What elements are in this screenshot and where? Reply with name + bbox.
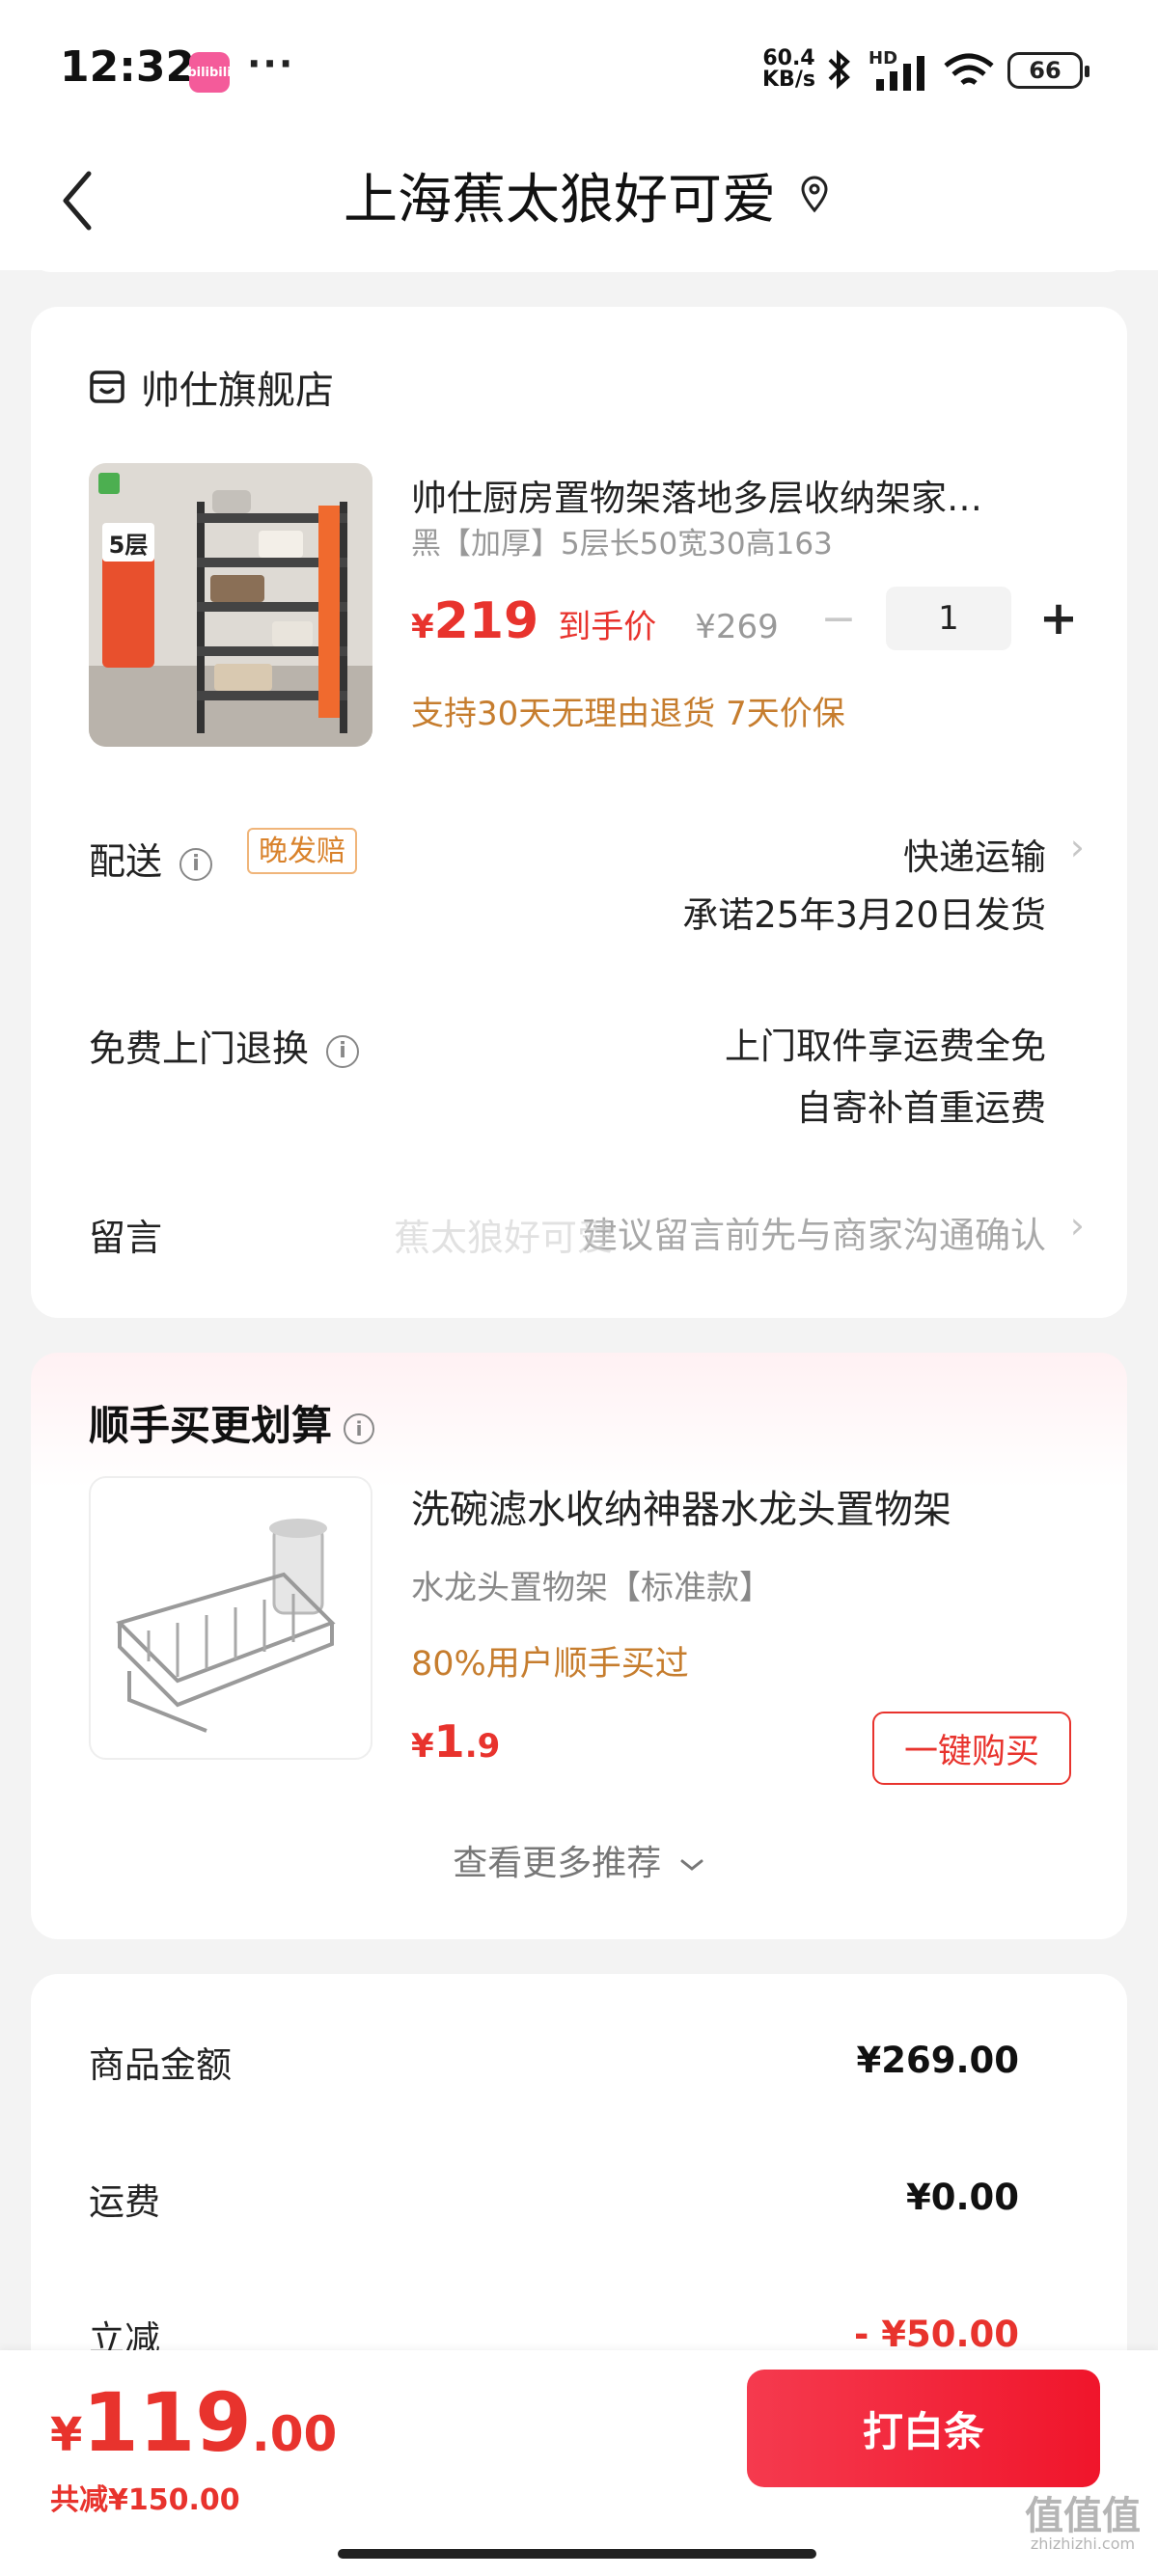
site-watermark: 值值值 zhizhizhi.com: [1025, 2497, 1141, 2553]
shipping-value: ¥0.00: [905, 2177, 1019, 2218]
free-return-label: 免费上门退换: [89, 1028, 310, 1070]
quantity-plus-button[interactable]: +: [1034, 591, 1083, 645]
bluetooth-icon: [828, 49, 850, 90]
home-indicator[interactable]: [338, 2549, 816, 2559]
location-pin-icon[interactable]: [799, 176, 830, 214]
quantity-minus-button[interactable]: −: [814, 594, 863, 644]
shop-name: 帅仕旗舰店: [141, 369, 334, 413]
goods-amount-value: ¥269.00: [856, 2040, 1019, 2081]
free-return-row-label: 免费上门退换 i: [89, 1019, 360, 1072]
total-dec: .00: [251, 2406, 338, 2462]
recommend-item-buyers: 80%用户顺手买过: [411, 1645, 689, 1684]
battery-icon: 66: [1007, 52, 1089, 89]
previous-card-edge: [31, 253, 1127, 272]
recommend-item-name[interactable]: 洗碗滤水收纳神器水龙头置物架: [411, 1478, 951, 1534]
recommend-item-price: ¥1.9: [411, 1715, 500, 1768]
product-image[interactable]: 5层: [89, 463, 372, 747]
free-return-line1: 上门取件享运费全免: [725, 1026, 1046, 1067]
one-click-buy-button[interactable]: 一键购买: [872, 1712, 1071, 1785]
store-icon: [90, 370, 124, 403]
recommend-item-spec[interactable]: 水龙头置物架【标准款】: [411, 1561, 772, 1608]
more-recommendations-link[interactable]: 查看更多推荐: [31, 1835, 1127, 1885]
page-title[interactable]: 上海蕉太狼好可爱: [0, 156, 1158, 234]
nav-bar: 上海蕉太狼好可爱: [0, 135, 1158, 270]
delivery-label: 配送: [89, 840, 163, 883]
status-time: 12:32: [60, 42, 196, 92]
recommend-title-text: 顺手买更划算: [89, 1402, 333, 1449]
message-input[interactable]: 建议留言前先与商家沟通确认: [582, 1206, 1046, 1258]
total-price: ¥119.00: [50, 2375, 337, 2470]
discount-value: - ¥50.00: [853, 2314, 1019, 2355]
product-spec[interactable]: 黑【加厚】5层长50宽30高163: [411, 519, 833, 562]
late-compensation-badge: 晚发赔: [247, 828, 357, 874]
chevron-right-icon[interactable]: ›: [1070, 1204, 1085, 1247]
recommend-title: 顺手买更划算 i: [89, 1393, 375, 1452]
net-speed-value: 60.4: [762, 46, 815, 70]
wifi-icon: [944, 53, 994, 85]
pay-button[interactable]: 打白条: [747, 2370, 1100, 2487]
checkout-bar: ¥119.00 共减¥150.00 打白条: [0, 2350, 1158, 2576]
delivery-row-label: 配送 i: [89, 832, 213, 885]
signal-icon: [876, 56, 924, 91]
info-icon[interactable]: i: [179, 847, 213, 881]
faucet-rack-picture: [116, 1519, 336, 1733]
quantity-input[interactable]: 1: [886, 587, 1011, 650]
original-price: ¥269: [695, 608, 779, 646]
site-watermark-url: zhizhizhi.com: [1030, 2535, 1136, 2553]
quantity-stepper: − 1 +: [814, 587, 1083, 650]
shipping-label: 运费: [89, 2181, 160, 2223]
net-speed: 60.4 KB/s: [762, 48, 815, 91]
info-icon[interactable]: i: [326, 1034, 360, 1068]
status-overflow-dots: ···: [247, 42, 295, 85]
chevron-down-icon: [680, 1859, 703, 1871]
recommend-price-int: 1: [433, 1715, 465, 1768]
site-watermark-logo: 值值值: [1025, 2494, 1141, 2538]
username-watermark: 蕉太狼好可爱: [394, 1217, 615, 1259]
product-title[interactable]: 帅仕厨房置物架落地多层收纳架家…: [411, 469, 1087, 521]
bilibili-app-icon: bilibili: [187, 52, 232, 93]
recommend-price-dec: .9: [464, 1727, 501, 1766]
product-price-row: ¥ 219 到手价 ¥269: [411, 592, 779, 650]
price-currency: ¥: [411, 608, 434, 646]
total-currency: ¥: [50, 2408, 83, 2462]
product-price: 219: [433, 592, 539, 650]
price-tag: 到手价: [558, 608, 657, 646]
more-recommendations-label: 查看更多推荐: [453, 1844, 662, 1883]
status-bar: 12:32 bilibili ··· 60.4 KB/s HD 66: [0, 0, 1158, 135]
total-saved[interactable]: 共减¥150.00: [50, 2476, 240, 2518]
order-card: 帅仕旗舰店 5层 帅仕厨房置物架落地多层收纳架家… 黑【加厚】5层长50宽30高…: [31, 307, 1127, 1318]
product-image-badge: 5层: [102, 523, 154, 562]
free-return-line2: 自寄补首重运费: [796, 1087, 1046, 1129]
shop-header[interactable]: 帅仕旗舰店: [89, 359, 334, 415]
recommend-price-currency: ¥: [411, 1727, 434, 1766]
net-speed-unit: KB/s: [762, 68, 815, 92]
chevron-right-icon[interactable]: ›: [1070, 826, 1085, 868]
shelf-product-picture: [89, 463, 372, 747]
info-icon[interactable]: i: [344, 1412, 375, 1444]
delivery-promise: 承诺25年3月20日发货: [682, 894, 1046, 936]
goods-amount-label: 商品金额: [89, 2044, 232, 2086]
message-label: 留言: [89, 1217, 163, 1259]
delivery-method[interactable]: 快递运输: [903, 828, 1046, 880]
recommend-card: 顺手买更划算 i 洗碗滤水收纳神器水龙头置物架 水龙头置物架【标准款】 80%用户…: [31, 1353, 1127, 1939]
guarantee-text: 支持30天无理由退货 7天价保: [411, 695, 845, 733]
recommend-image[interactable]: [89, 1476, 372, 1760]
total-int: 119: [82, 2375, 252, 2470]
